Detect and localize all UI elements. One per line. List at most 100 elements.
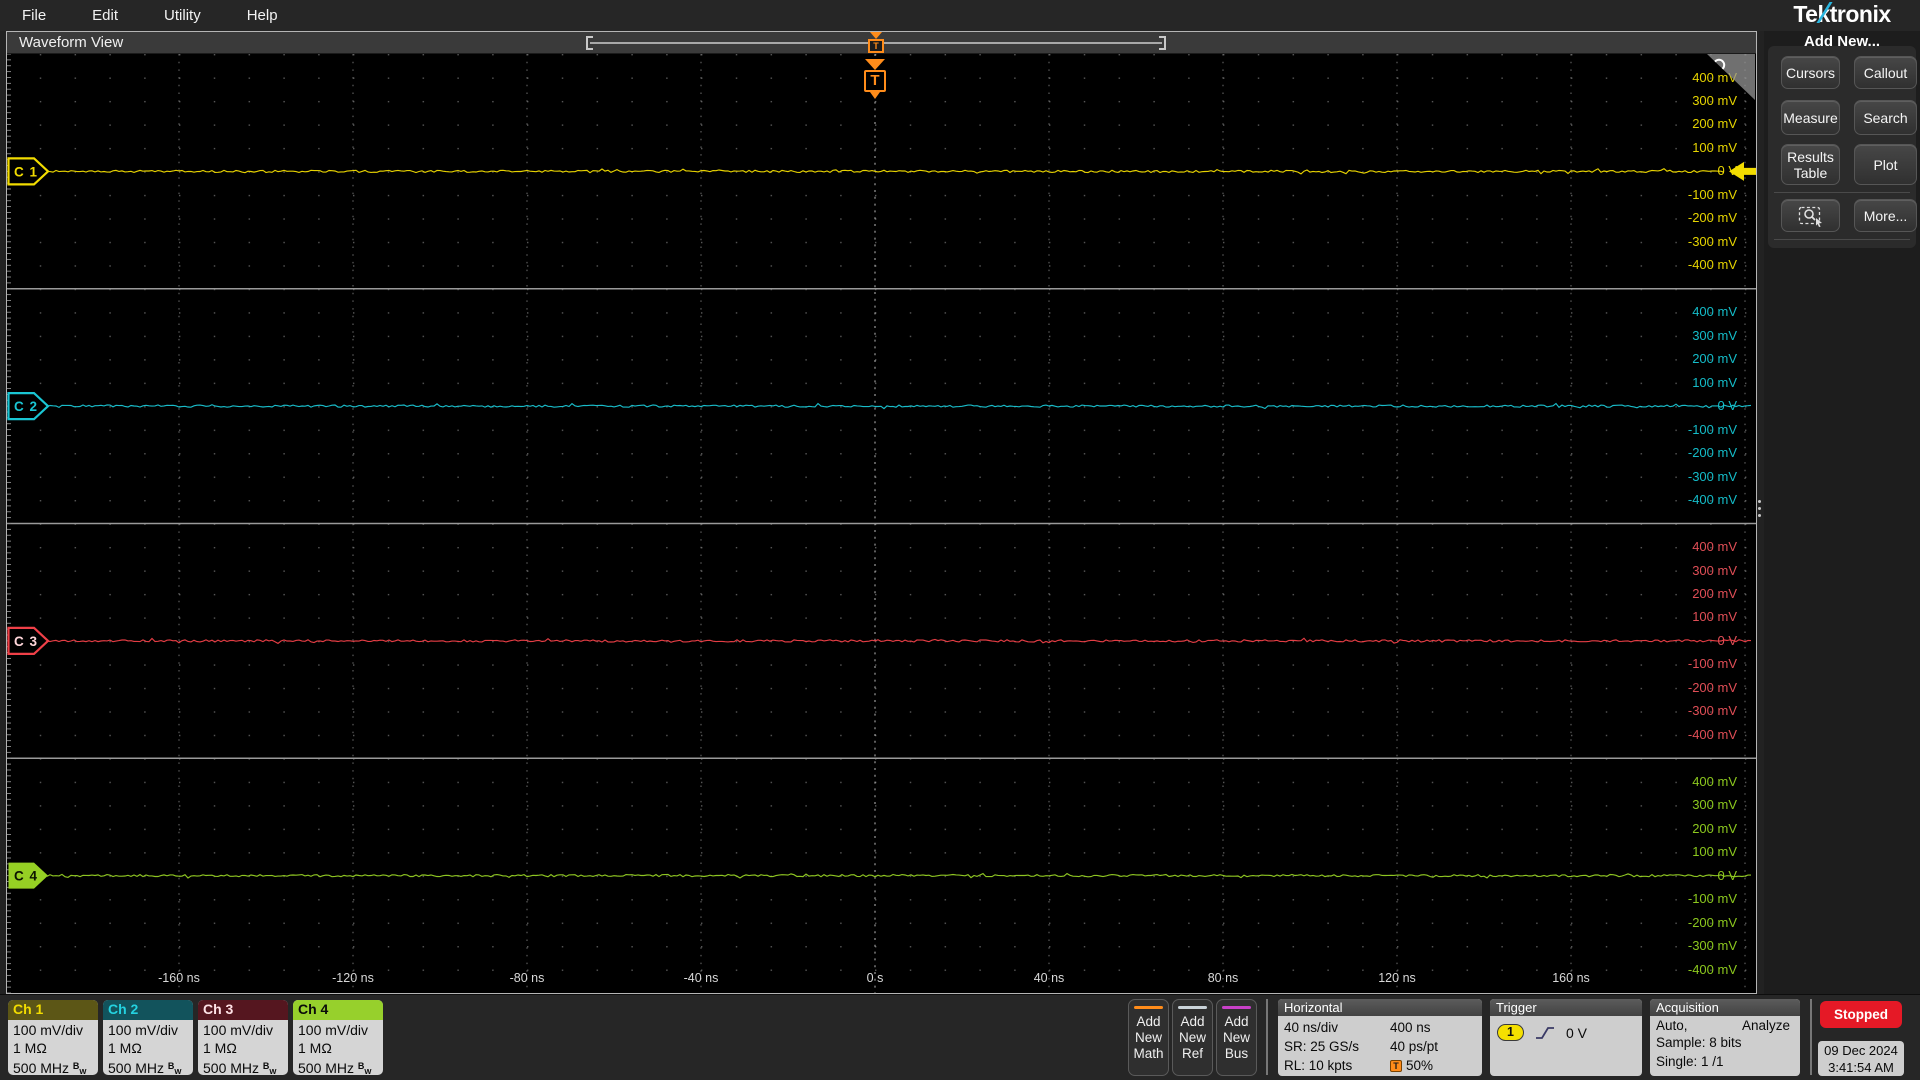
zoom-select-icon <box>1798 206 1822 227</box>
x-scale-label: 120 ns <box>1378 971 1416 985</box>
math-color-stripe <box>1134 1006 1163 1009</box>
y-scale-label: 200 mV <box>1692 116 1737 132</box>
ref-color-stripe <box>1178 1006 1207 1009</box>
menu-item-utility[interactable]: Utility <box>164 7 201 24</box>
acquisition-panel[interactable]: Acquisition Auto, Analyze Sample: 8 bits… <box>1650 999 1800 1076</box>
add-new-cursors-button[interactable]: Cursors <box>1781 56 1840 89</box>
acquisition-mode: Auto, <box>1656 1018 1688 1033</box>
y-scale-label: -400 mV <box>1687 726 1737 742</box>
waveform-plot[interactable]: C 1C 2C 3C 4 T 400 mV 300 mV 200 mV 100 mV 0… <box>7 54 1756 993</box>
bandwidth-limit-mark: BW <box>357 1061 372 1075</box>
add-new-button-group: Cursors Callout Measure Search Results Table… <box>1768 46 1917 248</box>
channel-badge-header: Ch 1 <box>8 1000 98 1020</box>
brand-logo-k: k <box>1817 1 1830 27</box>
run-stop-status-button[interactable]: Stopped <box>1820 1001 1902 1028</box>
horizontal-row: RL: 10 kpts T 50% <box>1284 1056 1476 1075</box>
y-scale-label: -300 mV <box>1687 703 1737 719</box>
channel-badge-4[interactable]: Ch 4 100 mV/div 1 MΩ 500 MHz BW <box>293 1000 383 1075</box>
y-scale-label: -200 mV <box>1687 679 1737 695</box>
y-scale-label: 400 mV <box>1692 773 1737 789</box>
add-new-bus-button[interactable]: Add New Bus <box>1216 999 1257 1076</box>
waveform-view: Waveform View T C 1C 2C 3C 4 T 400 mV 300… <box>6 31 1757 994</box>
y-scale-label: 0 V <box>1717 398 1737 414</box>
acquisition-sample: Sample: 8 bits <box>1656 1035 1742 1050</box>
channel-scale: 100 mV/div <box>203 1022 274 1038</box>
horizontal-value-left: SR: 25 GS/s <box>1284 1039 1360 1054</box>
channel-badge-2[interactable]: Ch 2 100 mV/div 1 MΩ 500 MHz BW <box>103 1000 193 1075</box>
trigger-panel[interactable]: Trigger 1 0 V <box>1490 999 1642 1076</box>
channel-bandwidth: 500 MHz BW <box>203 1060 277 1075</box>
y-scale-label: 100 mV <box>1692 609 1737 625</box>
x-scale-label: -40 ns <box>683 971 719 985</box>
y-scale-label: -100 mV <box>1687 421 1737 437</box>
y-scale-label: -400 mV <box>1687 961 1737 977</box>
bandwidth-limit-mark: BW <box>262 1061 277 1075</box>
channel-badge-body: 100 mV/div 1 MΩ 500 MHz BW <box>293 1020 383 1075</box>
brand-logo-text: tronix <box>1829 1 1891 27</box>
horizontal-right-text: 40 ps/pt <box>1390 1039 1439 1054</box>
trigger-flag-letter: T <box>864 70 886 92</box>
add-new-search-button[interactable]: Search <box>1854 100 1917 135</box>
add-new-ref-button[interactable]: Add New Ref <box>1172 999 1213 1076</box>
y-scale-label: -200 mV <box>1687 445 1737 461</box>
trigger-source-badge: 1 <box>1497 1024 1524 1041</box>
x-scale-label: -80 ns <box>509 971 545 985</box>
y-scale-label: 0 V <box>1717 632 1737 648</box>
panel-resize-grip[interactable] <box>1758 500 1761 521</box>
menu-item-file[interactable]: File <box>22 7 46 24</box>
horizontal-position-minimap[interactable]: T <box>586 32 1166 54</box>
channel-impedance: 1 MΩ <box>298 1040 332 1056</box>
menu-bar: File Edit Utility Help <box>0 0 1920 31</box>
channel-bandwidth: 500 MHz BW <box>108 1060 182 1075</box>
y-scale-label: 400 mV <box>1692 304 1737 320</box>
y-scale-label: -300 mV <box>1687 233 1737 249</box>
horizontal-value-left: RL: 10 kpts <box>1284 1058 1353 1073</box>
channel-bandwidth: 500 MHz BW <box>298 1060 372 1075</box>
y-scale-label: -200 mV <box>1687 914 1737 930</box>
add-new-measure-button[interactable]: Measure <box>1781 100 1840 135</box>
horizontal-row: 40 ns/div 400 ns <box>1284 1018 1476 1037</box>
y-scale-label: 200 mV <box>1692 820 1737 836</box>
y-scale-label: -100 mV <box>1687 186 1737 202</box>
channel-badge-3[interactable]: Ch 3 100 mV/div 1 MΩ 500 MHz BW <box>198 1000 288 1075</box>
channel-badge-body: 100 mV/div 1 MΩ 500 MHz BW <box>8 1020 98 1075</box>
y-scale-label: -300 mV <box>1687 938 1737 953</box>
acquisition-panel-title: Acquisition <box>1650 999 1800 1016</box>
waveform-view-titlebar[interactable]: Waveform View T <box>7 32 1756 54</box>
y-scale-label: 300 mV <box>1692 562 1737 578</box>
zoom-select-button[interactable] <box>1781 199 1840 232</box>
channel-badge-body: 100 mV/div 1 MΩ 500 MHz BW <box>198 1020 288 1075</box>
channel-badge-header: Ch 2 <box>103 1000 193 1020</box>
horizontal-panel[interactable]: Horizontal 40 ns/div 400 ns SR: 25 GS/s 40 … <box>1278 999 1482 1076</box>
acquisition-single: Single: 1 /1 <box>1656 1054 1724 1069</box>
y-scale-label: -100 mV <box>1687 891 1737 907</box>
more-button[interactable]: More... <box>1854 199 1917 232</box>
channel-impedance: 1 MΩ <box>13 1040 47 1056</box>
menu-item-edit[interactable]: Edit <box>92 7 118 24</box>
y-scale-label: 400 mV <box>1692 69 1737 85</box>
add-new-math-button[interactable]: Add New Math <box>1128 999 1169 1076</box>
add-new-callout-button[interactable]: Callout <box>1854 56 1917 89</box>
horizontal-value-right: T 50% <box>1390 1056 1476 1075</box>
time-value: 3:41:54 AM <box>1828 1060 1894 1075</box>
x-scale-label: 40 ns <box>1033 971 1065 985</box>
channel-scale: 100 mV/div <box>13 1022 84 1038</box>
horizontal-value-right: 400 ns <box>1390 1018 1476 1037</box>
y-scale-label: 100 mV <box>1692 139 1737 155</box>
trigger-position-flag[interactable]: T <box>863 54 887 104</box>
menu-item-help[interactable]: Help <box>247 7 278 24</box>
trigger-level-value: 0 V <box>1566 1024 1588 1041</box>
date-value: 09 Dec 2024 <box>1824 1043 1898 1058</box>
trigger-panel-title: Trigger <box>1490 999 1642 1016</box>
minimap-trigger-marker[interactable]: T <box>868 32 884 54</box>
y-scale-label: 300 mV <box>1692 92 1737 108</box>
add-new-plot-button[interactable]: Plot <box>1854 144 1917 185</box>
channel-badge-1[interactable]: Ch 1 100 mV/div 1 MΩ 500 MHz BW <box>8 1000 98 1075</box>
add-new-results-table-button[interactable]: Results Table <box>1781 144 1840 185</box>
brand-logo-text: Te <box>1793 1 1818 27</box>
y-scale-label: -400 mV <box>1687 257 1737 273</box>
horizontal-panel-title: Horizontal <box>1278 999 1482 1016</box>
horizontal-right-text: 400 ns <box>1390 1020 1431 1035</box>
y-scale-label: 300 mV <box>1692 797 1737 813</box>
bandwidth-limit-mark: BW <box>167 1061 182 1075</box>
